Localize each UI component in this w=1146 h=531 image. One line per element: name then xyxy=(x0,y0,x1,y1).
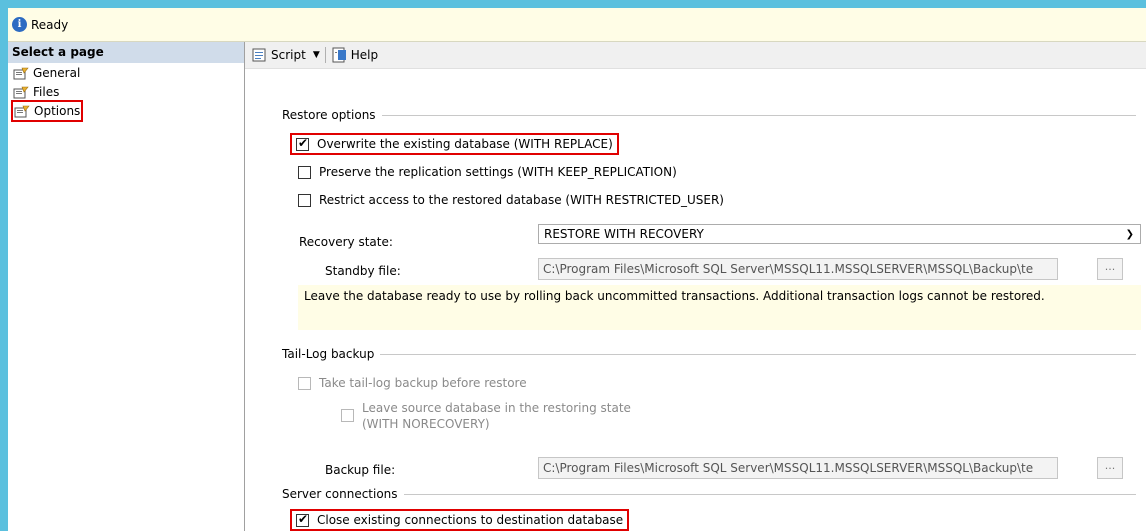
info-icon: i xyxy=(12,17,27,32)
toolbar: Script ▼ Help xyxy=(245,42,1146,69)
page-icon xyxy=(13,86,29,98)
restore-dialog: i Ready Select a page General Files Opti… xyxy=(8,8,1146,531)
take-tail-log-checkbox[interactable] xyxy=(298,376,311,390)
leave-source-row[interactable]: Leave source database in the restoring s… xyxy=(341,400,631,432)
backup-file-label: Backup file: xyxy=(325,463,396,477)
status-bar: i Ready xyxy=(8,8,1146,42)
chevron-down-icon: ❯ xyxy=(1125,228,1134,240)
group-divider xyxy=(282,354,1136,355)
recovery-state-select[interactable]: RESTORE WITH RECOVERY ❯ xyxy=(538,224,1141,244)
check-icon: ✔ xyxy=(298,511,309,526)
preserve-replication-label: Preserve the replication settings (WITH … xyxy=(319,165,677,179)
select-page-header: Select a page xyxy=(8,42,244,63)
leave-source-label-line2: (WITH NORECOVERY) xyxy=(362,417,490,431)
help-icon xyxy=(332,47,346,63)
page-item-files[interactable]: Files xyxy=(11,83,61,101)
standby-file-label: Standby file: xyxy=(325,264,401,278)
overwrite-label: Overwrite the existing database (WITH RE… xyxy=(317,137,613,151)
preserve-replication-checkbox[interactable] xyxy=(298,165,311,179)
script-icon xyxy=(252,48,266,62)
leave-source-label: Leave source database in the restoring s… xyxy=(362,400,631,432)
restore-options-group-header: Restore options xyxy=(282,108,1136,122)
close-connections-row[interactable]: ✔ Close existing connections to destinat… xyxy=(290,509,630,531)
options-page: Script ▼ Help Restore options ✔ Overwrit… xyxy=(245,42,1146,531)
page-item-label: Files xyxy=(33,85,60,99)
page-icon xyxy=(14,105,30,117)
server-connections-group-header: Server connections xyxy=(282,487,1136,501)
help-label: Help xyxy=(350,48,379,62)
page-item-general[interactable]: General xyxy=(11,64,82,82)
overwrite-checkbox[interactable]: ✔ xyxy=(296,135,309,151)
restrict-access-row[interactable]: Restrict access to the restored database… xyxy=(298,193,724,207)
help-button[interactable]: Help xyxy=(331,47,378,63)
page-item-label: General xyxy=(33,66,81,80)
page-item-label: Options xyxy=(34,104,81,118)
recovery-state-value: RESTORE WITH RECOVERY xyxy=(544,227,704,241)
take-tail-log-row[interactable]: Take tail-log backup before restore xyxy=(298,376,527,390)
recovery-state-label: Recovery state: xyxy=(299,235,393,249)
leave-source-label-line1: Leave source database in the restoring s… xyxy=(362,401,631,415)
standby-file-input[interactable]: C:\Program Files\Microsoft SQL Server\MS… xyxy=(538,258,1058,280)
preserve-replication-row[interactable]: Preserve the replication settings (WITH … xyxy=(298,165,677,179)
backup-file-input[interactable]: C:\Program Files\Microsoft SQL Server\MS… xyxy=(538,457,1058,479)
close-connections-checkbox[interactable]: ✔ xyxy=(296,511,309,527)
tail-log-title: Tail-Log backup xyxy=(282,347,381,361)
tail-log-group-header: Tail-Log backup xyxy=(282,347,1136,361)
toolbar-separator xyxy=(324,47,326,63)
restore-options-title: Restore options xyxy=(282,108,382,122)
script-label: Script xyxy=(271,48,306,62)
group-divider xyxy=(282,494,1136,495)
chevron-down-icon[interactable]: ▼ xyxy=(313,50,320,60)
take-tail-log-label: Take tail-log backup before restore xyxy=(319,376,527,390)
select-page-pane: Select a page General Files Options xyxy=(8,42,245,531)
check-icon: ✔ xyxy=(298,135,309,150)
close-connections-label: Close existing connections to destinatio… xyxy=(317,513,624,527)
script-button[interactable]: Script ▼ xyxy=(251,47,320,63)
server-connections-title: Server connections xyxy=(282,487,404,501)
group-divider xyxy=(282,115,1136,116)
leave-source-checkbox[interactable] xyxy=(341,409,354,422)
restrict-access-checkbox[interactable] xyxy=(298,193,311,207)
page-item-options[interactable]: Options xyxy=(11,100,84,122)
status-text: Ready xyxy=(31,17,69,32)
page-icon xyxy=(13,67,29,79)
overwrite-checkbox-row[interactable]: ✔ Overwrite the existing database (WITH … xyxy=(290,133,619,155)
recovery-description-note: Leave the database ready to use by rolli… xyxy=(298,285,1141,330)
backup-browse-button[interactable]: ... xyxy=(1097,457,1123,479)
restrict-access-label: Restrict access to the restored database… xyxy=(319,193,724,207)
standby-browse-button[interactable]: ... xyxy=(1097,258,1123,280)
